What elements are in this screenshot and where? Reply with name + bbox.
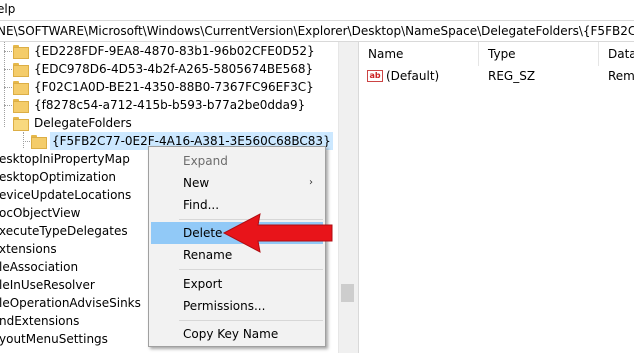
menu-item-expand[interactable]: Expand: [151, 150, 323, 172]
tree-item-label: leOperationAdviseSinks: [0, 296, 141, 310]
tree-item[interactable]: ocObjectView: [0, 204, 83, 222]
list-row[interactable]: ab (Default) REG_SZ Remo: [359, 66, 634, 86]
tree-item-label: esktopOptimization: [0, 170, 117, 184]
tree-item[interactable]: leInUseResolver: [0, 276, 97, 294]
menu-separator: [179, 269, 323, 270]
menu-item-copy-key-name[interactable]: Copy Key Name: [151, 323, 323, 345]
tree-item[interactable]: {EDC978D6-4D53-4b2f-A265-5805674BE568}: [12, 60, 315, 78]
tree-item-label: {F02C1A0D-BE21-4350-88B0-7367FC96EF3C}: [34, 80, 314, 94]
tree-item-delegatefolders[interactable]: DelegateFolders: [12, 114, 134, 132]
folder-icon: [12, 99, 29, 113]
folder-icon: [12, 81, 29, 95]
tree-item-label: youtMenuSettings: [0, 332, 108, 346]
folder-icon: [30, 135, 47, 149]
tree-scrollbar[interactable]: [338, 42, 355, 353]
value-type: REG_SZ: [488, 69, 536, 83]
menu-item-label: Delete: [183, 226, 223, 240]
scrollbar-thumb[interactable]: [341, 284, 354, 302]
tree-item[interactable]: esktopOptimization: [0, 168, 118, 186]
value-data: Remo: [608, 69, 634, 83]
tree-item[interactable]: {f8278c54-a712-415b-b593-b77a2be0dda9}: [12, 96, 307, 114]
tree-item-label: ndExtensions: [0, 314, 80, 328]
address-path[interactable]: NE\SOFTWARE\Microsoft\Windows\CurrentVer…: [0, 24, 634, 38]
tree-item[interactable]: youtMenuSettings: [0, 330, 110, 348]
values-list[interactable]: Name Type Data ab (Default) REG_SZ Remo: [359, 42, 634, 353]
column-header-type[interactable]: Type: [479, 42, 599, 66]
tree-item[interactable]: leAssociation: [0, 258, 80, 276]
tree-connector: [23, 141, 30, 142]
tree-item-label: eviceUpdateLocations: [0, 188, 132, 202]
red-arrow-icon: [222, 213, 333, 253]
tree-connector: [23, 132, 24, 148]
tree-item[interactable]: ndExtensions: [0, 312, 81, 330]
tree-item-label: xtensions: [0, 242, 57, 256]
tree-item-label: {EDC978D6-4D53-4b2f-A265-5805674BE568}: [34, 62, 314, 76]
tree-item-label: xecuteTypeDelegates: [0, 224, 128, 238]
tree-item[interactable]: {F02C1A0D-BE21-4350-88B0-7367FC96EF3C}: [12, 78, 316, 96]
menu-help[interactable]: elp: [0, 2, 15, 16]
open-folder-icon: [12, 117, 29, 131]
tree-item[interactable]: xecuteTypeDelegates: [0, 222, 130, 240]
column-header-data[interactable]: Data: [599, 42, 634, 66]
menu-item-label: Export: [183, 277, 223, 291]
tree-item[interactable]: {ED228FDF-9EA8-4870-83b1-96b02CFE0D52}: [12, 42, 317, 60]
tree-connector: [4, 87, 12, 88]
tree-item[interactable]: esktopIniPropertyMap: [0, 150, 132, 168]
menu-item-label: Permissions...: [183, 299, 266, 313]
menu-item-permissions[interactable]: Permissions...: [151, 295, 323, 317]
folder-icon: [12, 63, 29, 77]
value-name: (Default): [386, 69, 440, 83]
column-header-name[interactable]: Name: [359, 42, 479, 66]
tree-item-label: {f8278c54-a712-415b-b593-b77a2be0dda9}: [34, 98, 306, 112]
tree-connector: [4, 69, 12, 70]
tree-item[interactable]: xtensions: [0, 240, 59, 258]
tree-connector: [4, 105, 12, 106]
string-value-icon: ab: [367, 70, 383, 82]
tree-item-label: leAssociation: [0, 260, 79, 274]
tree-connector: [4, 51, 12, 52]
menu-item-label: Expand: [183, 154, 228, 168]
menu-item-label: Copy Key Name: [183, 327, 279, 341]
tree-item-label: DelegateFolders: [34, 116, 132, 130]
tree-item[interactable]: eviceUpdateLocations: [0, 186, 133, 204]
tree-connector: [4, 42, 5, 127]
menu-bar: elp: [0, 0, 634, 20]
menu-item-label: New: [183, 176, 210, 190]
tree-item-label: esktopIniPropertyMap: [0, 152, 130, 166]
menu-item-new[interactable]: New ›: [151, 172, 323, 194]
tree-item-label: ocObjectView: [0, 206, 81, 220]
arrow-shape: [222, 213, 333, 253]
menu-item-export[interactable]: Export: [151, 273, 323, 295]
menu-item-label: Find...: [183, 198, 220, 212]
menu-separator: [179, 320, 323, 321]
folder-icon: [12, 45, 29, 59]
address-bar[interactable]: NE\SOFTWARE\Microsoft\Windows\CurrentVer…: [0, 20, 634, 42]
chevron-right-icon: ›: [309, 177, 313, 188]
tree-item-label: leInUseResolver: [0, 278, 95, 292]
tree-item[interactable]: leOperationAdviseSinks: [0, 294, 143, 312]
tree-item-label: {ED228FDF-9EA8-4870-83b1-96b02CFE0D52}: [34, 44, 315, 58]
